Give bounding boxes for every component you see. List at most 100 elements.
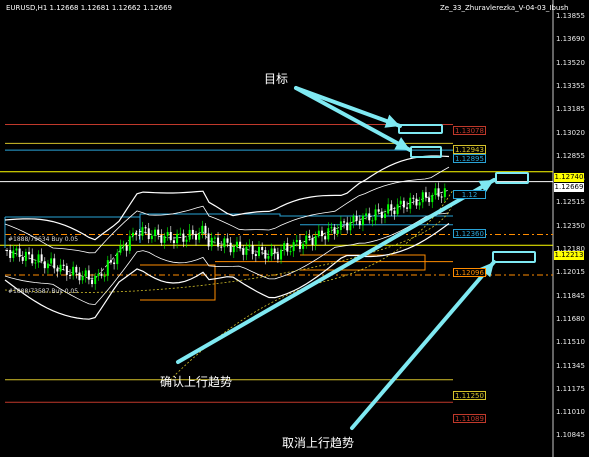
candle-body xyxy=(371,220,374,222)
price-axis-label: 1.11010 xyxy=(556,408,585,417)
candle-body xyxy=(113,262,116,265)
candle-body xyxy=(116,252,119,265)
candle-body xyxy=(305,235,308,244)
candle-body xyxy=(160,235,163,243)
candle-body xyxy=(248,245,251,247)
candle-body xyxy=(437,188,440,197)
price-box-11250: 1.11250 xyxy=(453,391,486,400)
candle-body xyxy=(242,248,245,255)
price-axis-label: 1.11510 xyxy=(556,338,585,347)
candle-body xyxy=(100,273,103,276)
candle-body xyxy=(217,237,220,247)
price-box-11089: 1.11089 xyxy=(453,414,486,423)
candle-body xyxy=(434,188,437,196)
candle-body xyxy=(201,225,204,234)
candle-body xyxy=(276,253,279,260)
target-arrow-upper xyxy=(294,86,402,128)
order-label-upper: #1888/79634 Buy 0.05 xyxy=(8,236,79,243)
price-axis-label: 1.11680 xyxy=(556,314,585,323)
annotation-target: 目标 xyxy=(264,72,289,86)
candle-body xyxy=(321,230,323,237)
candle-body xyxy=(440,196,443,198)
price-box-12360: 1.12360 xyxy=(453,229,486,238)
candle-body xyxy=(91,279,94,285)
candle-body xyxy=(298,240,301,249)
price-box-13078: 1.13078 xyxy=(453,126,486,135)
candle-body xyxy=(402,200,405,208)
candle-body xyxy=(399,200,402,205)
candle-body xyxy=(314,235,317,245)
target-box-upper xyxy=(398,124,443,134)
price-axis-label: 1.11845 xyxy=(556,291,585,300)
candle-body xyxy=(191,229,194,235)
confirm-box xyxy=(495,172,529,184)
price-chart[interactable] xyxy=(0,0,589,457)
candle-body xyxy=(286,243,289,252)
candle-body xyxy=(421,192,424,203)
candle-body xyxy=(343,221,346,223)
candle-body xyxy=(223,238,226,248)
candle-body xyxy=(374,209,377,221)
axis-current-price: 1.12669 xyxy=(554,183,584,192)
candle-body xyxy=(361,215,364,226)
candle-body xyxy=(308,235,311,238)
candle-body xyxy=(135,232,138,235)
candle-body xyxy=(412,197,415,199)
candle-body xyxy=(324,236,327,240)
candle-body xyxy=(163,235,166,243)
candle-body xyxy=(46,263,49,269)
candle-body xyxy=(81,276,84,281)
upper-band xyxy=(4,155,450,241)
candle-body xyxy=(18,248,21,258)
price-axis-label: 1.11345 xyxy=(556,361,585,370)
candle-body xyxy=(37,254,40,263)
price-axis-label: 1.12855 xyxy=(556,151,585,160)
price-box-12-partial: 1.12 xyxy=(453,190,486,199)
axis-price-12740: 1.12740 xyxy=(554,173,584,182)
candle-body xyxy=(182,233,185,242)
price-axis-label: 1.13690 xyxy=(556,35,585,44)
candle-body xyxy=(179,233,182,235)
candle-body xyxy=(176,233,179,244)
candle-body xyxy=(377,209,380,212)
candle-body xyxy=(295,240,298,243)
candle-body xyxy=(292,242,295,252)
candle-body xyxy=(9,250,12,258)
candle-body xyxy=(172,240,175,244)
candle-body xyxy=(311,237,314,245)
candle-body xyxy=(185,239,188,242)
candle-body xyxy=(75,266,78,273)
annotation-confirm-uptrend: 确认上行趋势 xyxy=(160,375,233,389)
candle-body xyxy=(229,242,232,253)
candle-body xyxy=(380,211,383,218)
candle-body xyxy=(270,248,273,257)
candle-body xyxy=(34,262,37,264)
candle-body xyxy=(333,227,336,234)
chart-window[interactable]: EURUSD,H1 1.12668 1.12681 1.12662 1.1266… xyxy=(0,0,589,457)
candle-body xyxy=(84,270,87,277)
candle-body xyxy=(264,250,267,259)
price-box-12895: 1.12895 xyxy=(453,154,486,163)
price-axis-label: 1.12515 xyxy=(556,198,585,207)
confirm-arrow xyxy=(176,178,496,364)
cancel-box xyxy=(492,251,536,263)
price-axis-label: 1.10845 xyxy=(556,431,585,440)
candle-body xyxy=(235,241,238,248)
candle-body xyxy=(267,256,270,259)
price-box-12096: 1.12096 xyxy=(453,268,486,277)
candle-body xyxy=(150,235,153,240)
price-axis-label: 1.12015 xyxy=(556,268,585,277)
candle-body xyxy=(24,251,27,261)
candle-body xyxy=(94,275,97,285)
order-label-lower: #1888/73587 Buy 0.05 xyxy=(8,288,79,295)
candle-body xyxy=(21,257,24,261)
candle-body xyxy=(97,273,100,276)
candle-body xyxy=(302,243,305,249)
price-axis-label: 1.13520 xyxy=(556,58,585,67)
candle-body xyxy=(40,254,43,262)
candle-body xyxy=(424,192,427,198)
candle-body xyxy=(62,264,65,266)
candle-body xyxy=(213,237,216,239)
price-axis-label: 1.12350 xyxy=(556,221,585,230)
candle-body xyxy=(157,229,160,236)
